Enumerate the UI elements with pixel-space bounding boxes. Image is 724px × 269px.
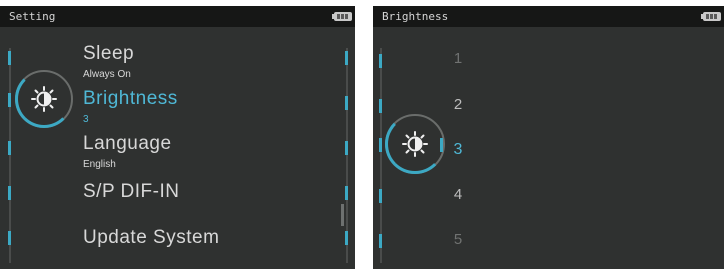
rail-tick: [379, 234, 382, 248]
brightness-option-1[interactable]: 1: [452, 50, 464, 67]
rail-tick: [8, 231, 11, 245]
menu-value-brightness: 3: [83, 114, 89, 125]
rail-tick: [8, 51, 11, 65]
menu-item-language[interactable]: Language: [83, 133, 172, 155]
rail-tick: [379, 99, 382, 113]
rail-tick: [345, 186, 348, 200]
rail-tick: [345, 96, 348, 110]
brightness-option-3[interactable]: 3: [452, 141, 464, 159]
brightness-option-5[interactable]: 5: [452, 231, 464, 248]
rail-tick: [345, 141, 348, 155]
screen-title: Brightness: [382, 10, 449, 23]
brightness-sun-icon: [402, 131, 428, 157]
menu-item-spdif-in[interactable]: S/P DIF-IN: [83, 181, 180, 203]
scroll-rail-left: [380, 48, 382, 263]
brightness-option-4[interactable]: 4: [452, 186, 464, 203]
rail-tick: [8, 141, 11, 155]
brightness-screen: Brightness: [373, 6, 724, 269]
brightness-sun-icon: [31, 86, 57, 112]
rail-tick: [345, 51, 348, 65]
battery-icon: [701, 12, 721, 21]
selected-tick: [8, 93, 11, 107]
scrollbar-thumb[interactable]: [341, 204, 344, 226]
rail-tick: [379, 54, 382, 68]
title-bar: Setting: [0, 6, 355, 27]
rail-tick: [8, 186, 11, 200]
brightness-option-2[interactable]: 2: [452, 96, 464, 113]
battery-icon: [332, 12, 352, 21]
menu-item-brightness[interactable]: Brightness: [83, 88, 178, 110]
menu-item-update-system[interactable]: Update System: [83, 227, 219, 249]
selected-tick: [440, 138, 443, 152]
menu-value-sleep: Always On: [83, 69, 131, 80]
title-bar: Brightness: [373, 6, 724, 27]
rail-tick: [379, 189, 382, 203]
settings-screen: Setting Sleep Always On Brightness 3 Lan…: [0, 6, 355, 269]
menu-value-language: English: [83, 159, 116, 170]
menu-item-sleep[interactable]: Sleep: [83, 43, 134, 65]
rail-tick: [345, 231, 348, 245]
selected-tick: [379, 138, 382, 152]
screen-title: Setting: [9, 10, 56, 23]
